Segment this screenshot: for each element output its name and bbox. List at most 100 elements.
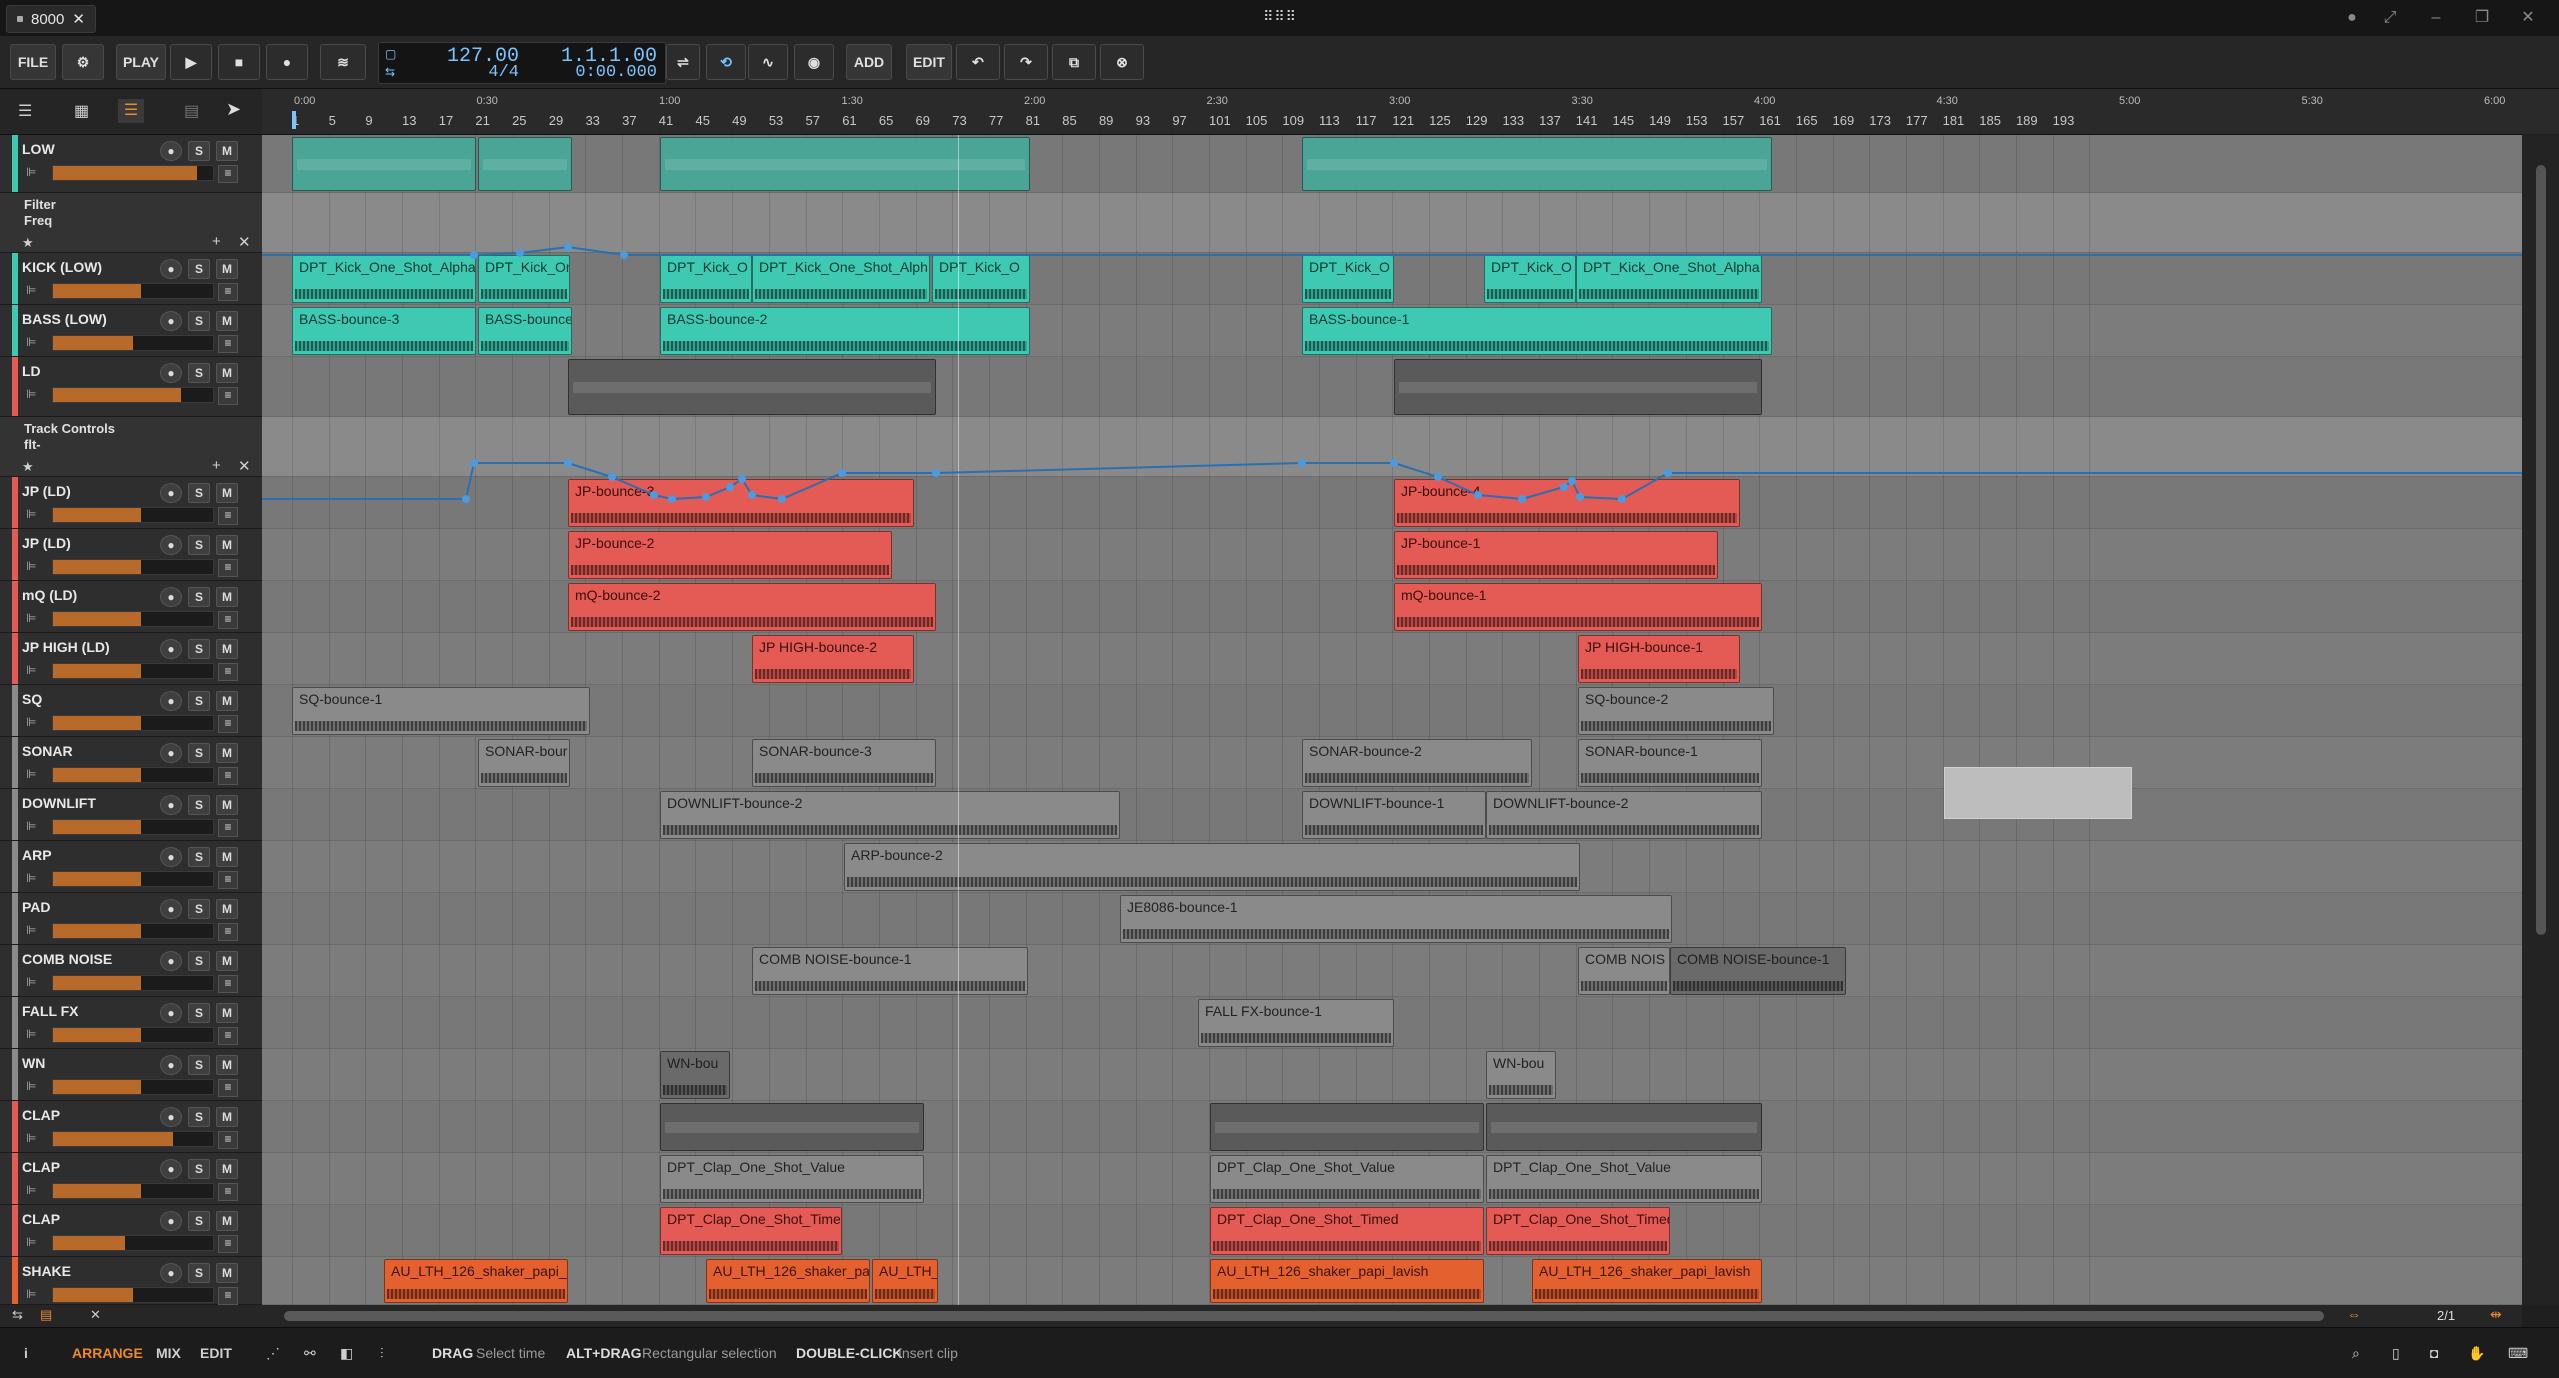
track-header[interactable]: ARP ● S M ⊫ ≡ xyxy=(0,841,262,893)
automation-point[interactable] xyxy=(470,459,478,467)
track-menu-icon[interactable]: ≡ xyxy=(218,1131,238,1149)
track-menu-icon[interactable]: ≡ xyxy=(218,507,238,525)
mute-button[interactable]: M xyxy=(216,1263,238,1283)
star-icon[interactable]: ★ xyxy=(22,235,34,251)
link-icon[interactable]: ⚯ xyxy=(304,1345,316,1362)
record-arm-button[interactable]: ● xyxy=(160,639,182,659)
close-tab-icon[interactable]: ✕ xyxy=(72,10,85,28)
automation-point[interactable] xyxy=(650,491,658,499)
track-header[interactable]: mQ (LD) ● S M ⊫ ≡ xyxy=(0,581,262,633)
track-menu-icon[interactable]: ≡ xyxy=(218,871,238,889)
track-menu-icon[interactable]: ≡ xyxy=(218,335,238,353)
record-arm-button[interactable]: ● xyxy=(160,259,182,279)
automation-point[interactable] xyxy=(1576,493,1584,501)
automation-write-icon[interactable]: ≋ xyxy=(320,44,366,80)
track-menu-icon[interactable]: ≡ xyxy=(218,559,238,577)
volume-fader[interactable] xyxy=(52,819,214,835)
record-arm-button[interactable]: ● xyxy=(160,587,182,607)
add-automation-icon[interactable]: + xyxy=(212,457,221,474)
delete-icon[interactable]: ⊗ xyxy=(1100,44,1144,80)
track-header[interactable]: JP (LD) ● S M ⊫ ≡ xyxy=(0,477,262,529)
record-arm-button[interactable]: ● xyxy=(160,691,182,711)
automation-lane-header[interactable]: Filter Freq ★ + ✕ xyxy=(0,193,262,253)
volume-fader[interactable] xyxy=(52,1183,214,1199)
mute-button[interactable]: M xyxy=(216,1107,238,1127)
record-arm-button[interactable]: ● xyxy=(160,1055,182,1075)
automation-point[interactable] xyxy=(702,493,710,501)
solo-button[interactable]: S xyxy=(188,1159,210,1179)
volume-fader[interactable] xyxy=(52,611,214,627)
automation-point[interactable] xyxy=(462,495,470,503)
sync-icon[interactable]: ⇆ xyxy=(385,65,395,79)
add-automation-icon[interactable]: + xyxy=(212,233,221,250)
follow-playhead-icon[interactable]: ⇹ xyxy=(2490,1306,2502,1323)
automation-curves[interactable] xyxy=(262,135,2522,1305)
mute-button[interactable]: M xyxy=(216,743,238,763)
swap-icon[interactable]: ⇆ xyxy=(12,1307,23,1323)
mute-button[interactable]: M xyxy=(216,899,238,919)
solo-button[interactable]: S xyxy=(188,1003,210,1023)
automation-point[interactable] xyxy=(1568,477,1576,485)
automation-point[interactable] xyxy=(726,483,734,491)
automation-point[interactable] xyxy=(1434,473,1442,481)
zoom-level[interactable]: 2/1 xyxy=(2437,1308,2455,1323)
track-header[interactable]: LD ● S M ⊫ ≡ xyxy=(0,357,262,417)
mixer-icon[interactable]: ⫶ xyxy=(380,1345,384,1362)
mute-button[interactable]: M xyxy=(216,483,238,503)
pointer-tool-icon[interactable]: ➤ xyxy=(226,99,241,120)
automation-point[interactable] xyxy=(1518,495,1526,503)
track-header[interactable]: SQ ● S M ⊫ ≡ xyxy=(0,685,262,737)
mute-button[interactable]: M xyxy=(216,587,238,607)
arranger-icon[interactable]: ☰ xyxy=(118,99,144,123)
volume-fader[interactable] xyxy=(52,1235,214,1251)
automation-point[interactable] xyxy=(516,249,524,257)
volume-fader[interactable] xyxy=(52,767,214,783)
copy-icon[interactable]: ⧉ xyxy=(1052,44,1096,80)
automation-point[interactable] xyxy=(778,495,786,503)
volume-fader[interactable] xyxy=(52,165,214,181)
record-arm-button[interactable]: ● xyxy=(160,1159,182,1179)
automation-lane-header[interactable]: Track Controls flt- ★ + ✕ xyxy=(0,417,262,477)
horizontal-scroll-thumb[interactable] xyxy=(284,1311,2324,1321)
track-header[interactable]: CLAP ● S M ⊫ ≡ xyxy=(0,1153,262,1205)
track-header[interactable]: DOWNLIFT ● S M ⊫ ≡ xyxy=(0,789,262,841)
solo-button[interactable]: S xyxy=(188,639,210,659)
punch-icon[interactable]: ⇌ xyxy=(666,44,700,80)
volume-fader[interactable] xyxy=(52,1131,214,1147)
mute-button[interactable]: M xyxy=(216,1003,238,1023)
record-arm-button[interactable]: ● xyxy=(160,1263,182,1283)
close-window-icon[interactable]: ✕ xyxy=(2516,6,2540,30)
track-header[interactable]: LOW ● S M ⊫ ≡ xyxy=(0,135,262,193)
volume-fader[interactable] xyxy=(52,559,214,575)
record-arm-button[interactable]: ● xyxy=(160,951,182,971)
filter-automation-curve[interactable] xyxy=(262,245,2522,256)
panel-icon[interactable]: ◧ xyxy=(340,1345,353,1362)
clip-launcher-icon[interactable]: ▦ xyxy=(74,101,89,121)
track-menu-icon[interactable]: ≡ xyxy=(218,663,238,681)
volume-fader[interactable] xyxy=(52,283,214,299)
solo-button[interactable]: S xyxy=(188,795,210,815)
mute-button[interactable]: M xyxy=(216,795,238,815)
automation-point[interactable] xyxy=(620,251,628,259)
volume-fader[interactable] xyxy=(52,715,214,731)
volume-fader[interactable] xyxy=(52,663,214,679)
groove-icon[interactable]: ∿ xyxy=(748,44,788,80)
automation-point[interactable] xyxy=(564,459,572,467)
settings-icon[interactable]: ⚙ xyxy=(62,44,104,80)
volume-fader[interactable] xyxy=(52,1079,214,1095)
track-header[interactable]: KICK (LOW) ● S M ⊫ ≡ xyxy=(0,253,262,305)
volume-fader[interactable] xyxy=(52,1027,214,1043)
vertical-scroll-thumb[interactable] xyxy=(2536,165,2546,935)
mute-button[interactable]: M xyxy=(216,141,238,161)
track-menu-icon[interactable]: ≡ xyxy=(218,1079,238,1097)
position-time-display[interactable]: 0:00.000 xyxy=(539,63,657,82)
track-header[interactable]: FALL FX ● S M ⊫ ≡ xyxy=(0,997,262,1049)
mute-button[interactable]: M xyxy=(216,847,238,867)
volume-fader[interactable] xyxy=(52,923,214,939)
undo-icon[interactable]: ↶ xyxy=(956,44,1000,80)
mute-button[interactable]: M xyxy=(216,951,238,971)
timeline-ruler[interactable]: 1591317212529333741454953576165697377818… xyxy=(262,89,2522,135)
remove-automation-icon[interactable]: ✕ xyxy=(238,457,251,475)
track-header[interactable]: JP (LD) ● S M ⊫ ≡ xyxy=(0,529,262,581)
automation-point[interactable] xyxy=(564,243,572,251)
